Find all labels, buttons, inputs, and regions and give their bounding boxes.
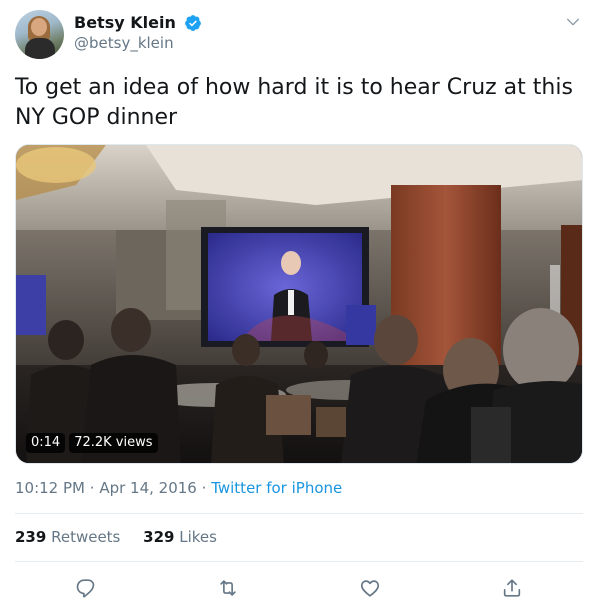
- share-button[interactable]: [499, 575, 525, 601]
- retweets-stat[interactable]: 239 Retweets: [15, 527, 120, 547]
- author-handle[interactable]: @betsy_klein: [74, 33, 202, 53]
- meta-separator: ·: [201, 479, 207, 497]
- author-info[interactable]: Betsy Klein @betsy_klein: [74, 12, 202, 53]
- display-name[interactable]: Betsy Klein: [74, 12, 176, 33]
- tweet-meta: 10:12 PM · Apr 14, 2016 · Twitter for iP…: [15, 478, 342, 498]
- tweet-header: Betsy Klein @betsy_klein: [15, 10, 583, 60]
- retweet-button[interactable]: [215, 575, 241, 601]
- likes-stat[interactable]: 329 Likes: [143, 527, 217, 547]
- meta-separator: ·: [89, 479, 95, 497]
- likes-count: 329: [143, 528, 175, 546]
- reply-button[interactable]: [73, 575, 99, 601]
- like-button[interactable]: [357, 575, 383, 601]
- retweets-label: Retweets: [51, 528, 121, 546]
- retweet-icon: [220, 580, 236, 596]
- like-icon: [360, 580, 380, 597]
- verified-badge-icon: [185, 14, 201, 31]
- video-thumbnail: [16, 145, 582, 463]
- video-player[interactable]: 0:14 72.2K views: [15, 144, 583, 464]
- tweet-date[interactable]: Apr 14, 2016: [99, 479, 197, 497]
- divider: [15, 561, 583, 562]
- avatar[interactable]: [15, 10, 64, 59]
- tweet-text: To get an idea of how hard it is to hear…: [15, 75, 573, 130]
- video-badges: 0:14 72.2K views: [26, 433, 158, 453]
- retweets-count: 239: [15, 528, 47, 546]
- tweet-source[interactable]: Twitter for iPhone: [211, 479, 342, 497]
- video-views: 72.2K views: [69, 433, 158, 453]
- divider: [15, 513, 583, 514]
- share-icon: [503, 579, 521, 597]
- tweet-actions: [15, 575, 583, 603]
- video-duration: 0:14: [26, 433, 66, 453]
- reply-icon: [76, 579, 95, 598]
- tweet-time[interactable]: 10:12 PM: [15, 479, 85, 497]
- tweet-stats: 239 Retweets 329 Likes: [15, 527, 235, 547]
- likes-label: Likes: [179, 528, 217, 546]
- chevron-down-icon[interactable]: [565, 14, 581, 30]
